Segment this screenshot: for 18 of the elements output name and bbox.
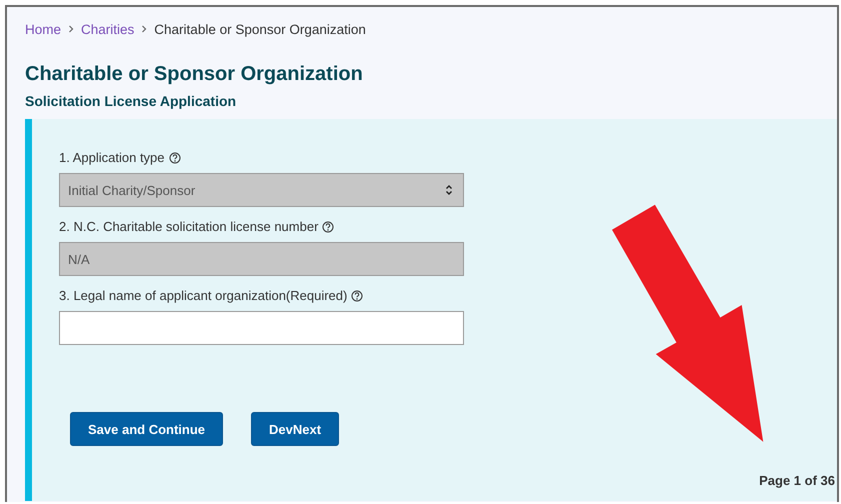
form-button[interactable]: Save and Continue — [70, 412, 224, 446]
chevron-icon — [141, 25, 148, 33]
field-label: 1. Application type — [59, 150, 165, 165]
field-label: 3. Legal name of applicant organization(Required) — [59, 288, 348, 303]
input-field[interactable] — [59, 311, 464, 345]
chevron-icon — [68, 25, 74, 33]
help-icon — [322, 220, 334, 232]
help-icon — [168, 152, 181, 164]
page-subtitle: Solicitation License Application — [25, 92, 238, 110]
form-button[interactable]: DevNext — [251, 412, 340, 446]
breadcrumb-link[interactable]: Home — [25, 22, 62, 36]
breadcrumb-link[interactable]: Charities — [81, 22, 134, 36]
page-indicator: Page 1 of 36 — [759, 473, 835, 488]
field-label: 2. N.C. Charitable solicitation license number — [59, 219, 318, 234]
up-down-icon — [445, 184, 453, 196]
breadcrumb-current: Charitable or Sponsor Organization — [154, 22, 366, 36]
page-title: Charitable or Sponsor Organization — [25, 62, 364, 87]
help-icon — [351, 290, 364, 302]
